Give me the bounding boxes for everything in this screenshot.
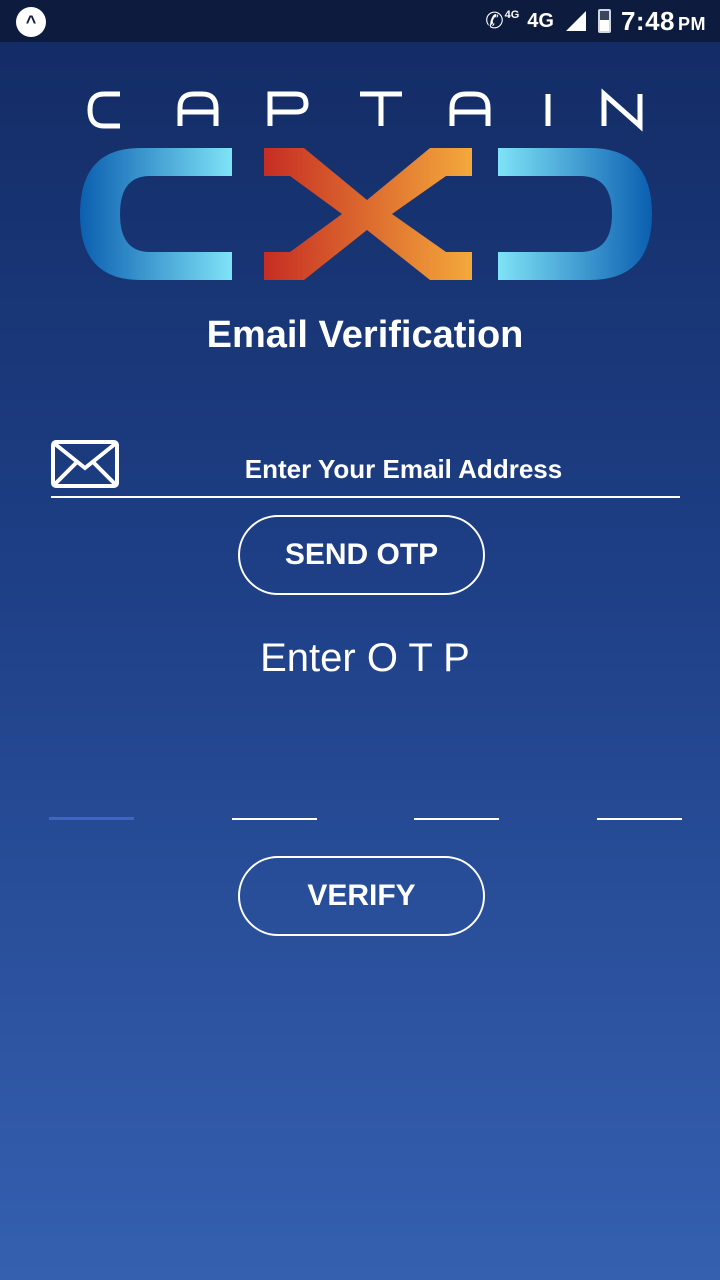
signal-icon: [565, 11, 586, 31]
otp-digit-1-input[interactable]: [49, 770, 134, 820]
network-type: 4G: [527, 9, 554, 32]
otp-digit-3-input[interactable]: [414, 770, 499, 820]
volte-tag: 4G: [504, 9, 520, 21]
send-otp-button[interactable]: SEND OTP: [238, 515, 485, 595]
status-right-group: ✆ 4G 4G 7:48 PM: [485, 0, 706, 42]
status-time-value: 7:48: [620, 5, 675, 36]
otp-digit-4-input[interactable]: [597, 770, 682, 820]
volte-call-icon: ✆ 4G: [485, 8, 520, 33]
logo-right-bracket: [498, 148, 652, 280]
email-input[interactable]: [129, 446, 678, 492]
battery-icon: [597, 9, 611, 33]
status-time-ampm: PM: [678, 13, 706, 34]
status-bar: ^ ✆ 4G 4G 7:48 PM: [0, 0, 720, 42]
page-title: Email Verification: [206, 314, 524, 356]
arrow-up-app-icon: ^: [16, 7, 46, 37]
logo-wordmark: [87, 88, 643, 132]
status-time: 7:48 PM: [621, 6, 706, 37]
otp-digit-2-input[interactable]: [232, 770, 317, 820]
otp-input-group: [49, 770, 682, 822]
logo-left-bracket: [80, 148, 232, 280]
email-field-row: [51, 438, 680, 498]
verify-button[interactable]: VERIFY: [238, 856, 485, 936]
otp-label: Enter O T P: [260, 636, 470, 680]
logo-x-mark: [264, 148, 472, 280]
captain-cxd-logo: [80, 88, 652, 280]
envelope-icon: [51, 440, 119, 488]
